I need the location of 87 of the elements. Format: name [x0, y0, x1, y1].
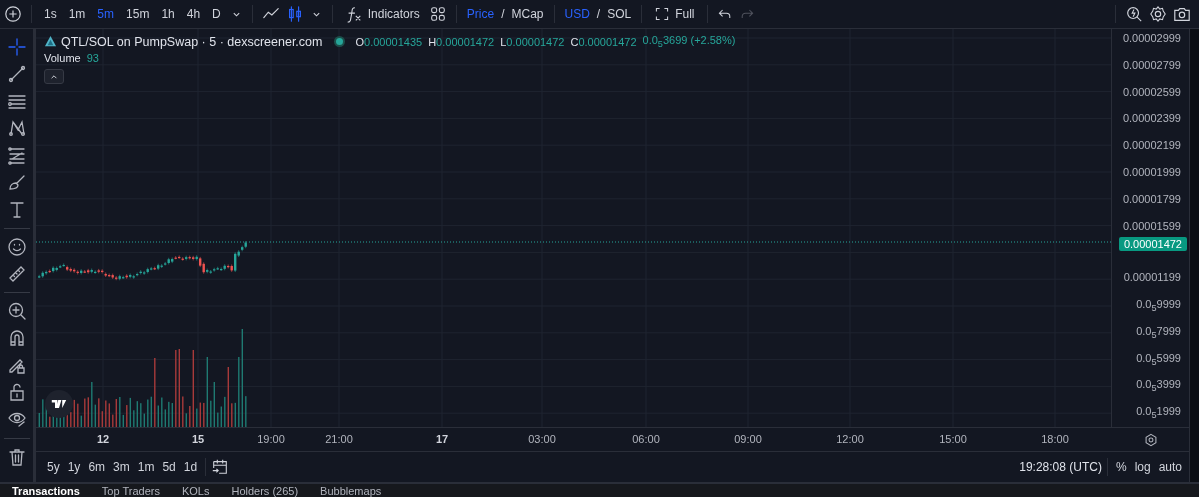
- price-label: 0.0$_{5}$7999: [1136, 323, 1181, 339]
- range-button[interactable]: 5y: [44, 458, 63, 476]
- time-label: 18:00: [1040, 433, 1070, 445]
- logo-icon: [44, 35, 57, 49]
- range-button[interactable]: 6m: [85, 458, 109, 476]
- toggle-option[interactable]: Price: [465, 5, 496, 23]
- price-change: 0.0$_{5}$3699 (+2.58%): [642, 34, 736, 50]
- indicators-button[interactable]: Indicators: [341, 3, 423, 25]
- price-label: 0.0$_{5}$3999: [1136, 377, 1181, 393]
- interval-button[interactable]: 1h: [158, 5, 178, 23]
- price-label: 0.00002199: [1122, 138, 1181, 154]
- ohlc-key: L: [500, 35, 507, 48]
- fullscreen-icon: [654, 6, 671, 22]
- crosshair-icon[interactable]: [6, 37, 27, 57]
- time-label: 17: [434, 433, 450, 445]
- interval-button[interactable]: 4h: [183, 5, 204, 23]
- interval-button[interactable]: 1m: [65, 5, 89, 23]
- interval-button[interactable]: 5m: [94, 5, 118, 23]
- grid-icon[interactable]: [428, 5, 447, 23]
- ohlc-key: H: [428, 35, 437, 48]
- separator-text: /: [596, 7, 601, 21]
- time-label: 15:00: [938, 433, 968, 445]
- scale-button[interactable]: auto: [1155, 458, 1185, 476]
- bottom-tab[interactable]: Top Traders: [97, 484, 164, 497]
- emoji-icon[interactable]: [6, 236, 27, 257]
- time-label: 03:00: [527, 433, 557, 445]
- time-label: 21:00: [324, 433, 354, 445]
- calendar-icon[interactable]: [211, 458, 230, 476]
- logo-icon[interactable]: [45, 390, 73, 418]
- settings-icon[interactable]: [1149, 5, 1167, 23]
- range-button[interactable]: 5d: [159, 458, 179, 476]
- price-label: 0.00001199: [1123, 270, 1181, 286]
- price-label: 0.00002799: [1122, 57, 1181, 73]
- range-button[interactable]: 1m: [134, 458, 158, 476]
- volume-label: Volume: [44, 52, 81, 65]
- trend-line-icon[interactable]: [6, 64, 27, 85]
- range-button[interactable]: 1d: [180, 458, 201, 476]
- interval-button[interactable]: 1s: [41, 5, 60, 23]
- time-label: 09:00: [733, 433, 763, 445]
- price-label: 0.0$_{5}$5999: [1136, 350, 1181, 366]
- search-icon[interactable]: [1125, 5, 1143, 23]
- toggle-option[interactable]: SOL: [606, 5, 633, 23]
- time-label: 12: [95, 433, 111, 445]
- status-dot: [336, 38, 344, 46]
- ohlc-key: O: [355, 35, 365, 48]
- ohlc-value: 0.00001472: [578, 35, 637, 48]
- camera-icon[interactable]: [1173, 5, 1191, 23]
- symbol-title: QTL/SOL on PumpSwap · 5 · dexscreener.com: [61, 34, 323, 49]
- price-label: 0.00002599: [1122, 84, 1181, 100]
- price-label: 0.00001799: [1122, 191, 1181, 207]
- fibonacci-icon[interactable]: [6, 145, 27, 166]
- toggle-option[interactable]: MCap: [510, 5, 545, 23]
- price-label: 0.00002399: [1122, 111, 1181, 127]
- current-price-badge: 0.00001472: [1118, 237, 1187, 252]
- ohlc-value: 0.00001435: [364, 35, 423, 48]
- price-label: 0.0$_{5}$1999: [1136, 404, 1181, 420]
- interval-button[interactable]: D: [209, 5, 224, 23]
- time-label: 06:00: [631, 433, 661, 445]
- pattern-icon[interactable]: [6, 118, 27, 139]
- price-label: 0.00001599: [1122, 218, 1181, 234]
- bottom-tab[interactable]: Transactions: [8, 484, 84, 497]
- caret-icon: [50, 72, 58, 81]
- scale-button[interactable]: log: [1131, 458, 1154, 476]
- ohlc-value: 0.00001472: [436, 35, 495, 48]
- bottom-tab[interactable]: Bubblemaps: [316, 484, 386, 497]
- ohlc-key: C: [570, 35, 579, 48]
- range-button[interactable]: 1y: [64, 458, 84, 476]
- scale-button[interactable]: %: [1112, 458, 1130, 476]
- clock-text: 19:28:08 (UTC): [1019, 460, 1102, 474]
- range-button[interactable]: 3m: [110, 458, 133, 476]
- bottom-tab[interactable]: KOLs: [177, 484, 214, 497]
- price-label: 0.0$_{5}$9999: [1136, 296, 1181, 312]
- time-label: 15: [190, 433, 206, 445]
- time-label: 19:00: [256, 433, 286, 445]
- volume-value: 93: [86, 52, 99, 65]
- time-label: 12:00: [835, 433, 865, 445]
- price-label: 0.00002999: [1122, 31, 1181, 46]
- interval-button[interactable]: 15m: [123, 5, 153, 23]
- separator-text: /: [501, 7, 505, 21]
- price-label: 0.00001999: [1122, 165, 1181, 180]
- add-icon[interactable]: [4, 5, 22, 23]
- settings-icon[interactable]: [1144, 433, 1158, 447]
- bottom-tab[interactable]: Holders (265): [227, 484, 303, 497]
- toggle-option[interactable]: USD: [563, 5, 591, 23]
- ohlc-value: 0.00001472: [506, 35, 565, 48]
- zoom-in-icon[interactable]: [6, 301, 27, 322]
- fullscreen-button[interactable]: Full: [651, 4, 698, 24]
